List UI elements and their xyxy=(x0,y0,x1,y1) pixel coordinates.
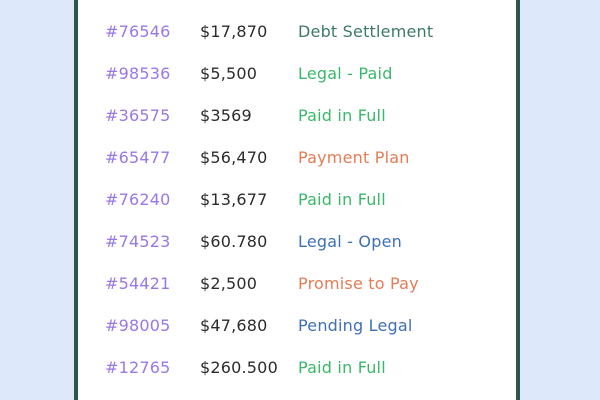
account-id: #36575 xyxy=(105,105,171,125)
account-status: Legal - Paid xyxy=(298,63,393,83)
account-amount: $2,500 xyxy=(200,273,258,293)
account-amount: $56,470 xyxy=(200,147,268,167)
account-id: #12765 xyxy=(105,357,171,377)
table-row[interactable]: #98536 $5,500 Legal - Paid xyxy=(78,52,516,94)
table-row[interactable]: #12765 $260.500 Paid in Full xyxy=(78,346,516,388)
table-row[interactable]: #36575 $3569 Paid in Full xyxy=(78,94,516,136)
table-row[interactable]: #65477 $56,470 Payment Plan xyxy=(78,136,516,178)
account-id: #98536 xyxy=(105,63,171,83)
table-row[interactable]: #76240 $13,677 Paid in Full xyxy=(78,178,516,220)
table-row[interactable]: #98005 $47,680 Pending Legal xyxy=(78,304,516,346)
account-status: Paid in Full xyxy=(298,105,386,125)
account-amount: $47,680 xyxy=(200,315,268,335)
account-id: #98005 xyxy=(105,315,171,335)
account-status: Legal - Open xyxy=(298,231,402,251)
account-amount: $3569 xyxy=(200,105,252,125)
account-status: Debt Settlement xyxy=(298,21,434,41)
table-row[interactable]: #74523 $60.780 Legal - Open xyxy=(78,220,516,262)
account-id: #65477 xyxy=(105,147,171,167)
account-status: Paid in Full xyxy=(298,189,386,209)
table-row[interactable]: #76546 $17,870 Debt Settlement xyxy=(78,10,516,52)
accounts-card: #76546 $17,870 Debt Settlement #98536 $5,500… xyxy=(74,0,520,400)
table-row[interactable]: #54421 $2,500 Promise to Pay xyxy=(78,262,516,304)
account-status: Paid in Full xyxy=(298,357,386,377)
account-status: Pending Legal xyxy=(298,315,413,335)
account-id: #76240 xyxy=(105,189,171,209)
account-amount: $5,500 xyxy=(200,63,258,83)
account-amount: $260.500 xyxy=(200,357,278,377)
account-amount: $17,870 xyxy=(200,21,268,41)
account-amount: $60.780 xyxy=(200,231,268,251)
account-status: Promise to Pay xyxy=(298,273,419,293)
account-status: Payment Plan xyxy=(298,147,410,167)
account-id: #76546 xyxy=(105,21,171,41)
account-amount: $13,677 xyxy=(200,189,268,209)
account-id: #54421 xyxy=(105,273,171,293)
account-id: #74523 xyxy=(105,231,171,251)
